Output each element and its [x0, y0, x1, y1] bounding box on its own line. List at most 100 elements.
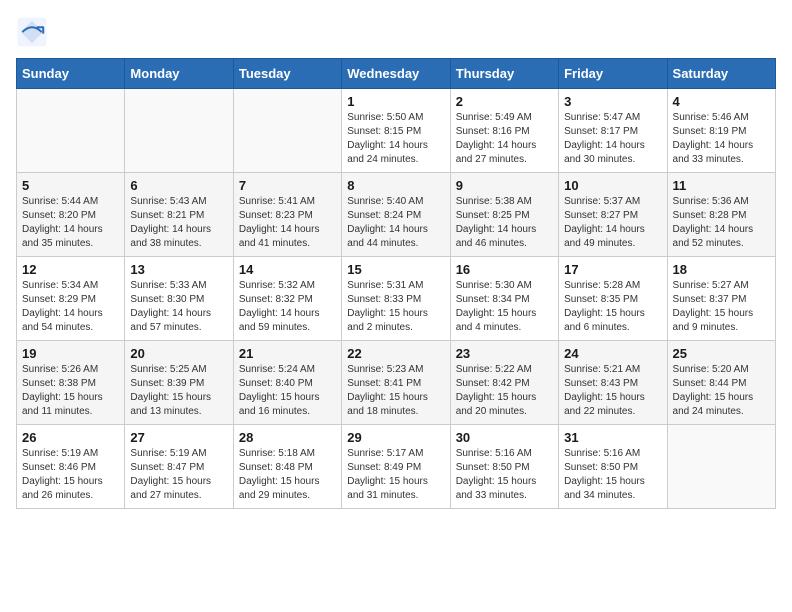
weekday-header: Tuesday	[233, 59, 341, 89]
calendar-day-cell: 31 Sunrise: 5:16 AM Sunset: 8:50 PM Dayli…	[559, 425, 667, 509]
day-info: Sunrise: 5:37 AM Sunset: 8:27 PM Dayligh…	[564, 195, 661, 251]
calendar-day-cell: 7Sunrise: 5:41 AM Sunset: 8:23 PM Daylig…	[233, 173, 341, 257]
weekday-header: Friday	[559, 59, 667, 89]
calendar-day-cell: 21 Sunrise: 5:24 AM Sunset: 8:40 PM Dayli…	[233, 341, 341, 425]
day-info: Sunrise: 5:34 AM Sunset: 8:29 PM Dayligh…	[22, 279, 119, 335]
weekday-header: Sunday	[17, 59, 125, 89]
calendar-day-cell: 27 Sunrise: 5:19 AM Sunset: 8:47 PM Dayli…	[125, 425, 233, 509]
calendar-week-row: 19 Sunrise: 5:26 AM Sunset: 8:38 PM Dayli…	[17, 341, 776, 425]
calendar-day-cell: 22 Sunrise: 5:23 AM Sunset: 8:41 PM Dayli…	[342, 341, 450, 425]
day-info: Sunrise: 5:31 AM Sunset: 8:33 PM Dayligh…	[347, 279, 444, 335]
day-number: 19	[22, 346, 119, 361]
calendar-week-row: 1 Sunrise: 5:50 AM Sunset: 8:15 PM Daylig…	[17, 89, 776, 173]
calendar-day-cell: 6 Sunrise: 5:43 AM Sunset: 8:21 PM Daylig…	[125, 173, 233, 257]
day-number: 4	[673, 94, 770, 109]
page-header	[16, 16, 776, 48]
day-number: 31	[564, 430, 661, 445]
calendar-day-cell	[125, 89, 233, 173]
day-number: 30	[456, 430, 553, 445]
day-number: 17	[564, 262, 661, 277]
calendar-week-row: 12 Sunrise: 5:34 AM Sunset: 8:29 PM Dayli…	[17, 257, 776, 341]
day-info: Sunrise: 5:28 AM Sunset: 8:35 PM Dayligh…	[564, 279, 661, 335]
calendar-day-cell: 13 Sunrise: 5:33 AM Sunset: 8:30 PM Dayli…	[125, 257, 233, 341]
day-number: 5	[22, 178, 119, 193]
day-info: Sunrise: 5:50 AM Sunset: 8:15 PM Dayligh…	[347, 111, 444, 167]
calendar-day-cell: 9Sunrise: 5:38 AM Sunset: 8:25 PM Daylig…	[450, 173, 558, 257]
day-info: Sunrise: 5:43 AM Sunset: 8:21 PM Dayligh…	[130, 195, 227, 251]
calendar-day-cell: 20 Sunrise: 5:25 AM Sunset: 8:39 PM Dayli…	[125, 341, 233, 425]
day-info: Sunrise: 5:33 AM Sunset: 8:30 PM Dayligh…	[130, 279, 227, 335]
day-info: Sunrise: 5:27 AM Sunset: 8:37 PM Dayligh…	[673, 279, 770, 335]
day-number: 22	[347, 346, 444, 361]
day-info: Sunrise: 5:20 AM Sunset: 8:44 PM Dayligh…	[673, 363, 770, 419]
day-number: 8	[347, 178, 444, 193]
day-info: Sunrise: 5:24 AM Sunset: 8:40 PM Dayligh…	[239, 363, 336, 419]
day-number: 20	[130, 346, 227, 361]
logo-icon	[16, 16, 48, 48]
calendar-day-cell: 28Sunrise: 5:18 AM Sunset: 8:48 PM Dayli…	[233, 425, 341, 509]
calendar-day-cell: 5 Sunrise: 5:44 AM Sunset: 8:20 PM Daylig…	[17, 173, 125, 257]
calendar-day-cell: 18 Sunrise: 5:27 AM Sunset: 8:37 PM Dayli…	[667, 257, 775, 341]
calendar-day-cell: 3Sunrise: 5:47 AM Sunset: 8:17 PM Daylig…	[559, 89, 667, 173]
calendar-day-cell: 23 Sunrise: 5:22 AM Sunset: 8:42 PM Dayli…	[450, 341, 558, 425]
day-info: Sunrise: 5:19 AM Sunset: 8:47 PM Dayligh…	[130, 447, 227, 503]
day-number: 26	[22, 430, 119, 445]
day-number: 18	[673, 262, 770, 277]
day-number: 3	[564, 94, 661, 109]
calendar-header: SundayMondayTuesdayWednesdayThursdayFrid…	[17, 59, 776, 89]
day-info: Sunrise: 5:16 AM Sunset: 8:50 PM Dayligh…	[456, 447, 553, 503]
calendar-day-cell	[233, 89, 341, 173]
day-number: 6	[130, 178, 227, 193]
day-info: Sunrise: 5:40 AM Sunset: 8:24 PM Dayligh…	[347, 195, 444, 251]
day-number: 25	[673, 346, 770, 361]
day-info: Sunrise: 5:32 AM Sunset: 8:32 PM Dayligh…	[239, 279, 336, 335]
calendar-day-cell: 16 Sunrise: 5:30 AM Sunset: 8:34 PM Dayli…	[450, 257, 558, 341]
calendar-day-cell: 8 Sunrise: 5:40 AM Sunset: 8:24 PM Daylig…	[342, 173, 450, 257]
calendar-day-cell: 10 Sunrise: 5:37 AM Sunset: 8:27 PM Dayli…	[559, 173, 667, 257]
calendar-day-cell: 30 Sunrise: 5:16 AM Sunset: 8:50 PM Dayli…	[450, 425, 558, 509]
calendar-week-row: 26 Sunrise: 5:19 AM Sunset: 8:46 PM Dayli…	[17, 425, 776, 509]
day-info: Sunrise: 5:16 AM Sunset: 8:50 PM Dayligh…	[564, 447, 661, 503]
calendar-day-cell: 26 Sunrise: 5:19 AM Sunset: 8:46 PM Dayli…	[17, 425, 125, 509]
day-number: 28	[239, 430, 336, 445]
day-info: Sunrise: 5:26 AM Sunset: 8:38 PM Dayligh…	[22, 363, 119, 419]
weekday-header: Monday	[125, 59, 233, 89]
day-info: Sunrise: 5:25 AM Sunset: 8:39 PM Dayligh…	[130, 363, 227, 419]
day-info: Sunrise: 5:36 AM Sunset: 8:28 PM Dayligh…	[673, 195, 770, 251]
calendar-day-cell: 15 Sunrise: 5:31 AM Sunset: 8:33 PM Dayli…	[342, 257, 450, 341]
day-info: Sunrise: 5:41 AM Sunset: 8:23 PM Dayligh…	[239, 195, 336, 251]
day-number: 27	[130, 430, 227, 445]
calendar-day-cell: 19 Sunrise: 5:26 AM Sunset: 8:38 PM Dayli…	[17, 341, 125, 425]
calendar-day-cell: 17 Sunrise: 5:28 AM Sunset: 8:35 PM Dayli…	[559, 257, 667, 341]
calendar-body: 1 Sunrise: 5:50 AM Sunset: 8:15 PM Daylig…	[17, 89, 776, 509]
day-info: Sunrise: 5:30 AM Sunset: 8:34 PM Dayligh…	[456, 279, 553, 335]
weekday-header: Saturday	[667, 59, 775, 89]
calendar-day-cell: 1 Sunrise: 5:50 AM Sunset: 8:15 PM Daylig…	[342, 89, 450, 173]
day-info: Sunrise: 5:23 AM Sunset: 8:41 PM Dayligh…	[347, 363, 444, 419]
calendar-day-cell	[17, 89, 125, 173]
day-info: Sunrise: 5:46 AM Sunset: 8:19 PM Dayligh…	[673, 111, 770, 167]
day-info: Sunrise: 5:44 AM Sunset: 8:20 PM Dayligh…	[22, 195, 119, 251]
day-number: 16	[456, 262, 553, 277]
calendar-day-cell: 2Sunrise: 5:49 AM Sunset: 8:16 PM Daylig…	[450, 89, 558, 173]
weekday-row: SundayMondayTuesdayWednesdayThursdayFrid…	[17, 59, 776, 89]
day-number: 1	[347, 94, 444, 109]
calendar-day-cell	[667, 425, 775, 509]
logo	[16, 16, 52, 48]
calendar-day-cell: 11Sunrise: 5:36 AM Sunset: 8:28 PM Dayli…	[667, 173, 775, 257]
calendar-table: SundayMondayTuesdayWednesdayThursdayFrid…	[16, 58, 776, 509]
day-number: 24	[564, 346, 661, 361]
day-number: 10	[564, 178, 661, 193]
calendar-day-cell: 24 Sunrise: 5:21 AM Sunset: 8:43 PM Dayli…	[559, 341, 667, 425]
day-number: 13	[130, 262, 227, 277]
day-info: Sunrise: 5:22 AM Sunset: 8:42 PM Dayligh…	[456, 363, 553, 419]
day-info: Sunrise: 5:21 AM Sunset: 8:43 PM Dayligh…	[564, 363, 661, 419]
calendar-day-cell: 29Sunrise: 5:17 AM Sunset: 8:49 PM Dayli…	[342, 425, 450, 509]
day-number: 21	[239, 346, 336, 361]
calendar-day-cell: 25 Sunrise: 5:20 AM Sunset: 8:44 PM Dayli…	[667, 341, 775, 425]
day-number: 23	[456, 346, 553, 361]
day-number: 15	[347, 262, 444, 277]
day-info: Sunrise: 5:19 AM Sunset: 8:46 PM Dayligh…	[22, 447, 119, 503]
day-number: 12	[22, 262, 119, 277]
day-number: 9	[456, 178, 553, 193]
